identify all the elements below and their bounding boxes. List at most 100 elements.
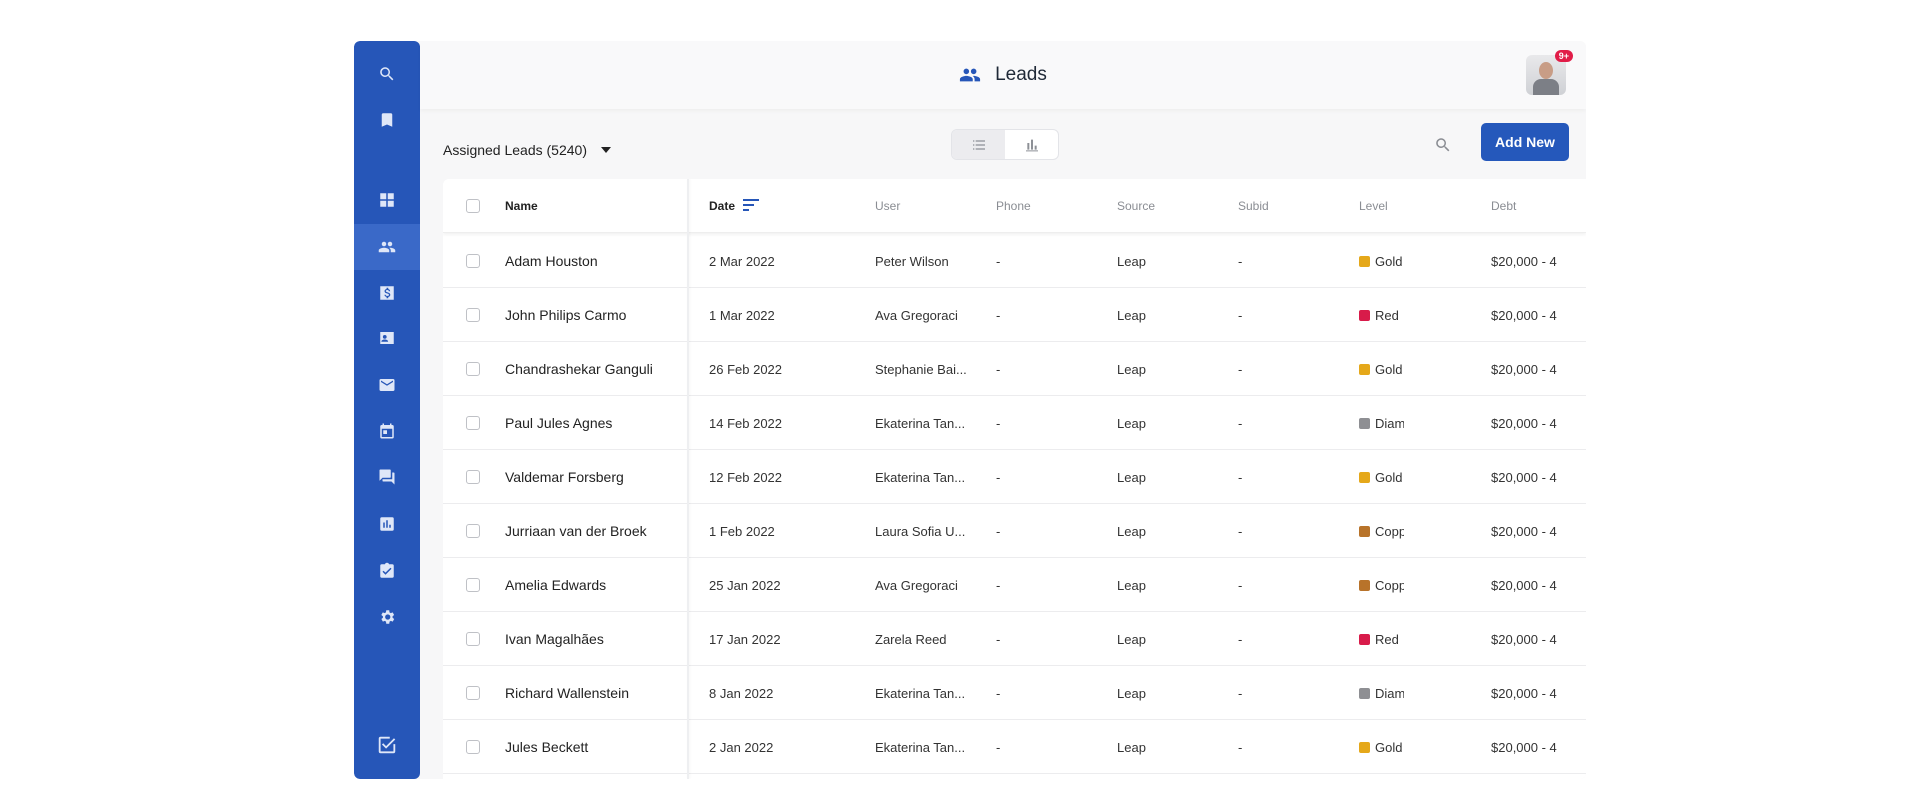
table-row[interactable]: Valdemar Forsberg 12 Feb 2022 Ekaterina Ta… — [443, 450, 1586, 504]
row-checkbox[interactable] — [466, 362, 480, 376]
lead-level-cell: Copp — [1359, 504, 1404, 558]
column-header-name[interactable]: Name — [505, 179, 680, 233]
sidebar-bookmarks[interactable] — [354, 102, 420, 138]
add-new-button[interactable]: Add New — [1481, 123, 1569, 161]
settings-icon — [381, 610, 395, 624]
sidebar-item-chat[interactable] — [354, 459, 420, 495]
table-search-button[interactable] — [1431, 133, 1455, 157]
table-row[interactable]: Chandrashekar Ganguli 26 Feb 2022 Stephani… — [443, 342, 1586, 396]
sidebar-item-leads[interactable] — [354, 224, 420, 270]
sidebar-item-calendar[interactable] — [354, 413, 420, 449]
assigned-leads-dropdown[interactable]: Assigned Leads (5240) — [443, 142, 611, 158]
column-header-source-label: Source — [1117, 199, 1156, 213]
table-row[interactable]: Richard Wallenstein 8 Jan 2022 Ekaterina T… — [443, 666, 1586, 720]
tasks-check-icon — [378, 736, 396, 754]
lead-level: Gold — [1375, 739, 1403, 755]
lead-source: Leap — [1117, 739, 1146, 755]
lead-name[interactable]: Amelia Edwards — [505, 577, 606, 593]
lead-source-cell: Leap — [1117, 558, 1217, 612]
row-checkbox[interactable] — [466, 470, 480, 484]
lead-name[interactable]: Valdemar Forsberg — [505, 469, 624, 485]
lead-subid-cell: - — [1238, 234, 1338, 288]
lead-name-cell: Amelia Edwards — [505, 558, 680, 612]
lead-date: 2 Mar 2022 — [709, 253, 775, 269]
row-checkbox[interactable] — [466, 632, 480, 646]
reports-icon — [380, 517, 394, 531]
column-header-level[interactable]: Level — [1359, 179, 1404, 233]
row-checkbox[interactable] — [466, 308, 480, 322]
lead-subid: - — [1238, 415, 1243, 431]
table-row[interactable]: Amelia Edwards 25 Jan 2022 Ava Gregoraci - L… — [443, 558, 1586, 612]
sidebar-item-tasks[interactable] — [354, 553, 420, 589]
row-select-cell — [466, 504, 486, 558]
mail-icon — [379, 379, 395, 391]
sidebar-tasks-check[interactable] — [354, 727, 420, 763]
lead-debt-cell: $20,000 - 4 — [1491, 450, 1586, 504]
column-header-debt[interactable]: Debt — [1491, 179, 1586, 233]
sidebar-search[interactable] — [354, 56, 420, 92]
list-icon — [972, 139, 985, 150]
toolbar: Assigned Leads (5240) Add New — [420, 109, 1586, 179]
row-checkbox[interactable] — [466, 254, 480, 268]
row-select-cell — [466, 558, 486, 612]
lead-source: Leap — [1117, 307, 1146, 323]
lead-subid-cell: - — [1238, 720, 1338, 774]
lead-debt: $20,000 - 4 — [1491, 523, 1557, 539]
column-header-date[interactable]: Date — [709, 179, 859, 233]
page-title: Leads — [420, 41, 1586, 109]
table-row[interactable]: Adam Houston 2 Mar 2022 Peter Wilson - Leap -… — [443, 234, 1586, 288]
column-header-user[interactable]: User — [875, 179, 969, 233]
lead-name[interactable]: Chandrashekar Ganguli — [505, 361, 653, 377]
chat-icon — [379, 469, 395, 485]
column-header-subid[interactable]: Subid — [1238, 179, 1338, 233]
lead-level-cell: Diam — [1359, 396, 1404, 450]
lead-name[interactable]: Jurriaan van der Broek — [505, 523, 647, 539]
lead-phone-cell: - — [996, 612, 1096, 666]
table-row[interactable]: Ivan Magalhães 17 Jan 2022 Zarela Reed - Lea… — [443, 612, 1586, 666]
table-row[interactable]: Paul Jules Agnes 14 Feb 2022 Ekaterina Tan… — [443, 396, 1586, 450]
lead-phone-cell: - — [996, 558, 1096, 612]
lead-user-cell: Zarela Reed — [875, 612, 969, 666]
list-view-button[interactable] — [952, 130, 1005, 159]
row-select-cell — [466, 342, 486, 396]
sidebar-item-reports[interactable] — [354, 506, 420, 542]
lead-phone: - — [996, 739, 1001, 755]
lead-subid-cell: - — [1238, 666, 1338, 720]
lead-phone-cell: - — [996, 234, 1096, 288]
lead-subid-cell: - — [1238, 612, 1338, 666]
lead-name[interactable]: John Philips Carmo — [505, 307, 626, 323]
lead-name[interactable]: Ivan Magalhães — [505, 631, 604, 647]
chart-view-button[interactable] — [1005, 130, 1058, 159]
lead-user: Ekaterina Tan... — [875, 415, 966, 431]
lead-level-cell: Gold — [1359, 450, 1404, 504]
level-color-swatch — [1359, 363, 1370, 375]
lead-date: 25 Jan 2022 — [709, 577, 781, 593]
lead-name[interactable]: Jules Beckett — [505, 739, 588, 755]
select-all-checkbox[interactable] — [466, 199, 480, 213]
row-checkbox[interactable] — [466, 416, 480, 430]
row-checkbox[interactable] — [466, 578, 480, 592]
sidebar-item-finance[interactable] — [354, 275, 420, 311]
sidebar-item-settings[interactable] — [354, 599, 420, 635]
table-row[interactable]: John Philips Carmo 1 Mar 2022 Ava Gregorac… — [443, 288, 1586, 342]
lead-name[interactable]: Richard Wallenstein — [505, 685, 629, 701]
lead-name[interactable]: Paul Jules Agnes — [505, 415, 612, 431]
row-checkbox[interactable] — [466, 686, 480, 700]
lead-name[interactable]: Adam Houston — [505, 253, 598, 269]
app-window: Leads 9+ Assigned Leads (5240) Add New N… — [354, 41, 1586, 779]
sort-icon[interactable] — [743, 198, 760, 214]
column-header-phone[interactable]: Phone — [996, 179, 1096, 233]
table-row[interactable]: Jurriaan van der Broek 1 Feb 2022 Laura So… — [443, 504, 1586, 558]
sidebar-item-mail[interactable] — [354, 367, 420, 403]
column-header-source[interactable]: Source — [1117, 179, 1217, 233]
row-checkbox[interactable] — [466, 524, 480, 538]
sidebar-item-dashboard[interactable] — [354, 182, 420, 218]
notification-badge[interactable]: 9+ — [1554, 50, 1573, 62]
lead-user-cell: Ava Gregoraci — [875, 288, 969, 342]
lead-date: 14 Feb 2022 — [709, 415, 783, 431]
table-row[interactable]: Jules Beckett 2 Jan 2022 Ekaterina Tan... -… — [443, 720, 1586, 774]
lead-subid: - — [1238, 523, 1243, 539]
lead-name-cell: Paul Jules Agnes — [505, 396, 680, 450]
sidebar-item-contacts[interactable] — [354, 320, 420, 356]
row-checkbox[interactable] — [466, 740, 480, 754]
